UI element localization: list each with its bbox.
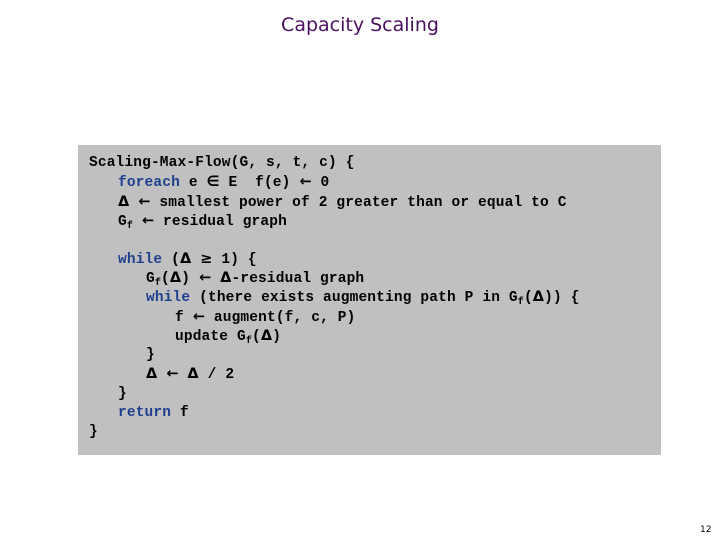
code-text: ( <box>523 290 533 306</box>
code-text: / 2 <box>198 367 235 383</box>
code-text: f <box>175 310 193 326</box>
code-line-9: update Gf(Δ) <box>175 328 281 347</box>
code-text: update G <box>175 329 246 345</box>
code-line-13: return f <box>118 405 189 421</box>
code-text: -residual graph <box>231 271 365 287</box>
delta-symbol: Δ <box>260 328 273 344</box>
keyword-return: return <box>118 405 172 421</box>
greater-equal-symbol: ≥ <box>200 251 213 267</box>
code-line-7: while (there exists augmenting path P in… <box>146 289 580 308</box>
closing-brace: } <box>89 424 98 440</box>
subscript: f <box>126 221 134 232</box>
delta-symbol: Δ <box>220 270 232 286</box>
delta-symbol: Δ <box>169 270 182 286</box>
code-text: ( <box>162 252 180 268</box>
delta-symbol: Δ <box>532 289 545 305</box>
code-text: ) <box>181 271 199 287</box>
left-arrow-icon: ← <box>198 270 212 286</box>
code-text: G <box>146 271 155 287</box>
code-text: smallest power of 2 greater than or equa… <box>150 195 567 211</box>
code-text: 1) { <box>212 252 257 268</box>
code-text: )) { <box>544 290 580 306</box>
code-text: ( <box>251 329 261 345</box>
code-text: residual graph <box>154 214 287 230</box>
code-line-14: } <box>89 424 98 440</box>
keyword-while: while <box>146 290 191 306</box>
code-line-6: Gf(Δ) ← Δ-residual graph <box>146 270 364 289</box>
code-line-8: f ← augment(f, c, P) <box>175 309 356 326</box>
code-text: (there exists augmenting path P in G <box>190 290 518 306</box>
left-arrow-icon: ← <box>192 309 206 325</box>
code-text: ( <box>161 271 170 287</box>
code-text: G <box>118 214 127 230</box>
code-line-1: Scaling-Max-Flow(G, s, t, c) { <box>89 155 355 171</box>
delta-symbol: Δ <box>146 366 158 382</box>
function-signature: Scaling-Max-Flow(G, s, t, c) { <box>89 155 355 171</box>
slide-title: Capacity Scaling <box>281 14 439 36</box>
code-line-5: while (Δ ≥ 1) { <box>118 251 257 268</box>
closing-brace: } <box>146 347 155 363</box>
code-line-12: } <box>118 386 127 402</box>
code-line-2: foreach e ∈ E f(e) ← 0 <box>118 174 329 191</box>
code-line-3: Δ ← smallest power of 2 greater than or … <box>118 194 567 211</box>
code-line-4: Gf ← residual graph <box>118 213 287 232</box>
delta-symbol: Δ <box>179 251 192 267</box>
left-arrow-icon: ← <box>138 194 151 210</box>
closing-brace: } <box>118 386 127 402</box>
delta-symbol: Δ <box>118 194 130 210</box>
left-arrow-icon: ← <box>166 366 179 382</box>
keyword-while: while <box>118 252 163 268</box>
pseudocode-block: Scaling-Max-Flow(G, s, t, c) { foreach e… <box>78 145 661 455</box>
keyword-foreach: foreach <box>118 175 180 191</box>
code-text: e <box>179 175 207 191</box>
code-text: f <box>171 405 189 421</box>
left-arrow-icon: ← <box>299 174 312 190</box>
code-line-11: Δ ← Δ / 2 <box>146 366 234 383</box>
code-text: E f(e) <box>219 175 300 191</box>
left-arrow-icon: ← <box>141 213 155 229</box>
code-text: 0 <box>311 175 330 191</box>
element-of-symbol: ∈ <box>206 174 220 190</box>
page-number: 12 <box>700 525 712 535</box>
code-text: ) <box>272 329 282 345</box>
delta-symbol: Δ <box>187 366 199 382</box>
code-text: augment(f, c, P) <box>205 310 356 326</box>
code-line-10: } <box>146 347 155 363</box>
